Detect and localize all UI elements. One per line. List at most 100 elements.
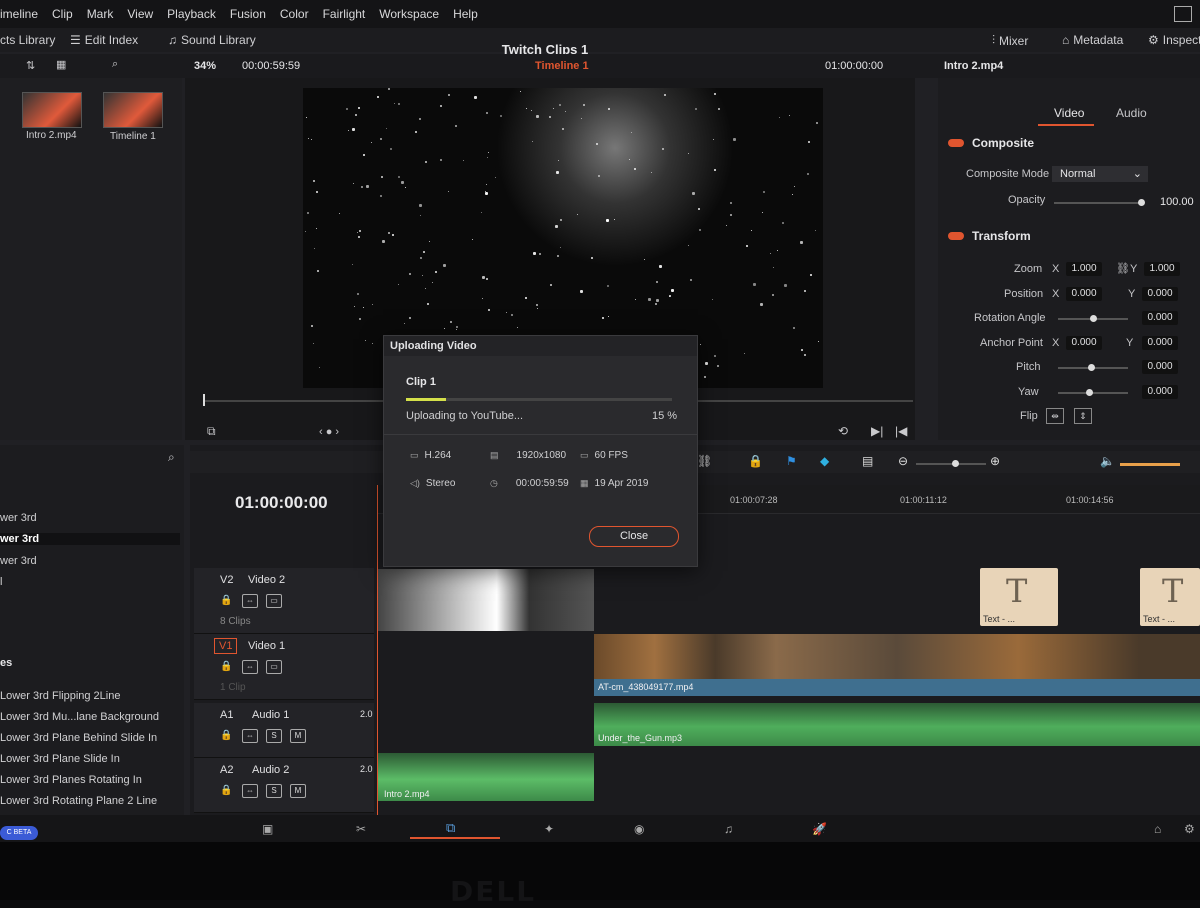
sort-icon[interactable]: ⇅	[26, 59, 35, 72]
media-thumb-timeline[interactable]	[103, 92, 163, 128]
transform-icon[interactable]: ⧉	[207, 424, 216, 439]
track-enable-icon[interactable]: ▭	[266, 594, 282, 608]
track-header-v2[interactable]: V2 Video 2 🔒 ⇔ ▭ 8 Clips	[194, 568, 374, 634]
anchor-x-field[interactable]: 0.000	[1066, 336, 1102, 350]
position-x-field[interactable]: 0.000	[1066, 287, 1102, 301]
zoom-level[interactable]: 34%	[194, 60, 216, 72]
menu-help[interactable]: Help	[453, 7, 478, 21]
flag-icon[interactable]: ⚑	[786, 454, 797, 468]
position-y-field[interactable]: 0.000	[1142, 287, 1178, 301]
inspector-button[interactable]: ⚙Inspecto	[1148, 33, 1200, 47]
auto-select-icon[interactable]: ⇔	[242, 594, 258, 608]
auto-select-icon[interactable]: ⇔	[242, 784, 258, 798]
fairlight-page-icon[interactable]: ♫	[724, 822, 733, 836]
track-header-v1[interactable]: V1 Video 1 🔒 ⇔ ▭ 1 Clip	[194, 634, 374, 700]
tab-video[interactable]: Video	[1054, 106, 1084, 120]
playhead[interactable]	[377, 485, 378, 815]
fx-title-item[interactable]: Lower 3rd Planes Rotating In	[0, 774, 142, 786]
pitch-knob[interactable]	[1088, 364, 1095, 371]
solo-button[interactable]: S	[266, 784, 282, 798]
track-enable-icon[interactable]: ▭	[266, 660, 282, 674]
clip-text-title[interactable]: T Text - ...	[1140, 568, 1200, 626]
mute-button[interactable]: M	[290, 729, 306, 743]
prev-frame-icon[interactable]: |◀	[895, 424, 907, 438]
composite-mode-select[interactable]: Normal ⌄	[1052, 166, 1148, 182]
window-restore-icon[interactable]	[1174, 6, 1192, 22]
volume-icon[interactable]: 🔈	[1100, 454, 1115, 468]
fx-item[interactable]: wer 3rd	[0, 555, 37, 567]
sound-library-button[interactable]: ♫ Sound Library	[168, 33, 256, 47]
rotation-knob[interactable]	[1090, 315, 1097, 322]
auto-select-icon[interactable]: ⇔	[242, 660, 258, 674]
settings-icon[interactable]: ⚙	[1184, 822, 1195, 836]
fx-item[interactable]: l	[0, 576, 2, 588]
scrubber-handle[interactable]	[203, 394, 205, 406]
composite-header[interactable]: Composite	[948, 136, 1034, 150]
transform-header[interactable]: Transform	[948, 229, 1031, 243]
rotation-field[interactable]: 0.000	[1142, 311, 1178, 325]
timeline-zoom-slider[interactable]	[916, 460, 986, 467]
next-frame-icon[interactable]: ▶|	[871, 424, 883, 438]
anchor-y-field[interactable]: 0.000	[1142, 336, 1178, 350]
link-icon[interactable]: ⛓	[1116, 262, 1130, 275]
pitch-field[interactable]: 0.000	[1142, 360, 1178, 374]
menu-mark[interactable]: Mark	[87, 7, 114, 21]
effects-library-button[interactable]: cts Library	[0, 33, 55, 47]
fx-item[interactable]: wer 3rd	[0, 512, 37, 524]
mixer-button[interactable]: ⫶ Mixer	[992, 33, 1028, 48]
zoom-out-icon[interactable]: ⊖	[898, 454, 908, 468]
deliver-page-icon[interactable]: 🚀	[812, 822, 827, 836]
fx-title-item[interactable]: Lower 3rd Rotating Plane 2 Line	[0, 795, 157, 807]
link-clips-icon[interactable]: ⛓	[697, 454, 712, 468]
yaw-knob[interactable]	[1086, 389, 1093, 396]
flip-horizontal-icon[interactable]: ⇹	[1046, 408, 1064, 424]
lock-icon[interactable]: 🔒	[220, 730, 232, 741]
lock-icon[interactable]: 🔒	[220, 785, 232, 796]
mute-button[interactable]: M	[290, 784, 306, 798]
clip-a1-music[interactable]: Under_the_Gun.mp3	[594, 703, 1200, 746]
menu-fairlight[interactable]: Fairlight	[323, 7, 366, 21]
clip-v1-main[interactable]: AT-cm_438049177.mp4	[594, 634, 1200, 696]
volume-slider[interactable]	[1120, 463, 1180, 466]
zoom-y-field[interactable]: 1.000	[1144, 262, 1180, 276]
clip-a2-intro[interactable]: Intro 2.mp4	[378, 753, 594, 801]
jog-control-icon[interactable]: ‹ ● ›	[319, 426, 339, 438]
timeline-view-icon[interactable]: ▤	[862, 454, 873, 468]
flip-vertical-icon[interactable]: ⇕	[1074, 408, 1092, 424]
menu-playback[interactable]: Playback	[167, 7, 216, 21]
timeline-zoom-knob[interactable]	[952, 460, 959, 467]
track-id[interactable]: V1	[214, 638, 238, 654]
rotation-slider[interactable]	[1058, 315, 1128, 322]
marker-icon[interactable]: ◆	[820, 454, 829, 468]
edit-page-icon[interactable]: ⧉	[446, 820, 455, 836]
menu-view[interactable]: View	[127, 7, 153, 21]
menu-clip[interactable]: Clip	[52, 7, 73, 21]
zoom-x-field[interactable]: 1.000	[1066, 262, 1102, 276]
opacity-value[interactable]: 100.00	[1160, 196, 1194, 208]
edit-index-button[interactable]: ☰ Edit Index	[70, 33, 138, 47]
metadata-button[interactable]: ⌂ Metadata	[1062, 33, 1123, 47]
opacity-knob[interactable]	[1138, 199, 1145, 206]
fx-title-item[interactable]: Lower 3rd Flipping 2Line	[0, 690, 120, 702]
clip-text-title[interactable]: T Text - ...	[980, 568, 1058, 626]
search-icon[interactable]: ⌕	[112, 58, 118, 71]
fx-title-item[interactable]: Lower 3rd Plane Slide In	[0, 753, 120, 765]
lock-icon[interactable]: 🔒	[748, 454, 763, 468]
cut-page-icon[interactable]: ✂	[356, 822, 366, 836]
clip-v2-intro[interactable]	[378, 569, 594, 631]
lock-icon[interactable]: 🔒	[220, 595, 232, 606]
zoom-in-icon[interactable]: ⊕	[990, 454, 1000, 468]
loop-icon[interactable]: ⟲	[838, 424, 848, 438]
menu-timeline[interactable]: imeline	[0, 7, 38, 21]
home-icon[interactable]: ⌂	[1154, 822, 1161, 836]
solo-button[interactable]: S	[266, 729, 282, 743]
auto-select-icon[interactable]: ⇔	[242, 729, 258, 743]
composite-toggle[interactable]	[948, 139, 964, 147]
pitch-slider[interactable]	[1058, 364, 1128, 371]
opacity-slider[interactable]	[1054, 199, 1145, 206]
fx-title-item[interactable]: Lower 3rd Plane Behind Slide In	[0, 732, 157, 744]
timeline-selector[interactable]: Timeline 1	[535, 60, 589, 72]
track-header-a2[interactable]: A2 Audio 2 2.0 🔒 ⇔ S M	[194, 758, 374, 813]
yaw-field[interactable]: 0.000	[1142, 385, 1178, 399]
color-page-icon[interactable]: ◉	[634, 822, 644, 836]
